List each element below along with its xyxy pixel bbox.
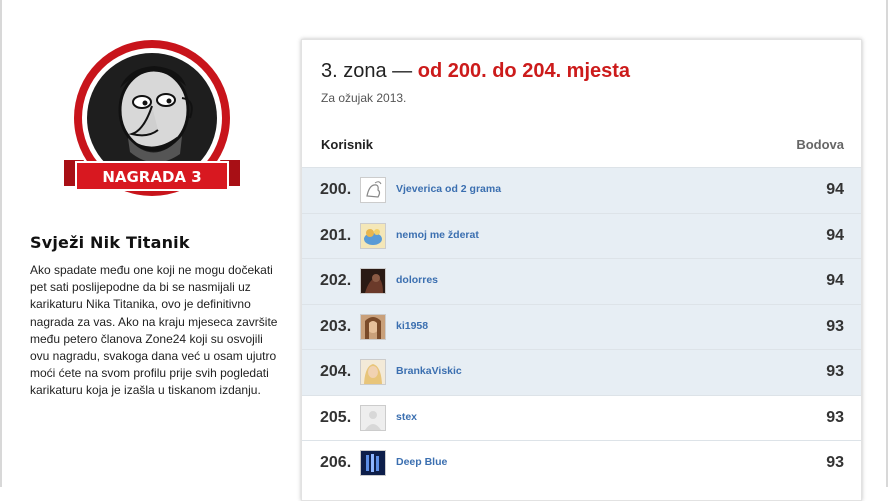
- avatar[interactable]: [360, 268, 386, 294]
- points: 93: [826, 454, 844, 471]
- column-header-points: Bodova: [796, 137, 844, 152]
- rank: 203.: [320, 317, 352, 335]
- avatar[interactable]: [360, 222, 386, 249]
- rank: 200.: [320, 181, 352, 198]
- username-link[interactable]: dolorres: [396, 274, 438, 286]
- username-link[interactable]: ki1958: [396, 320, 428, 332]
- table-row: 206. Deep Blue 93: [302, 440, 861, 486]
- table-row: 201. nemoj me žderat 94: [302, 212, 861, 258]
- rank: 205.: [320, 408, 352, 426]
- username-link[interactable]: Vjeverica od 2 grama: [396, 183, 501, 195]
- avatar[interactable]: [360, 359, 386, 385]
- rank: 206.: [320, 454, 352, 471]
- ranking-panel: 3. zona — od 200. do 204. mjesta Za ožuj…: [301, 39, 862, 501]
- zone-title: 3. zona — od 200. do 204. mjesta: [321, 60, 630, 83]
- avatar[interactable]: [360, 313, 386, 340]
- zone-title-range: od 200. do 204. mjesta: [417, 60, 631, 82]
- table-row: 204. BrankaViskic 93: [302, 349, 861, 395]
- award-badge-icon: NAGRADA 3: [64, 40, 240, 196]
- avatar[interactable]: [360, 450, 386, 476]
- zone-title-prefix: 3. zona —: [321, 60, 413, 82]
- username-link[interactable]: BrankaViskic: [396, 365, 462, 377]
- username-link[interactable]: Deep Blue: [396, 456, 447, 468]
- table-row: 202. dolorres 94: [302, 258, 861, 304]
- left-border: [0, 0, 2, 487]
- username-link[interactable]: nemoj me žderat: [396, 229, 479, 241]
- points: 93: [826, 363, 844, 380]
- points: 94: [826, 226, 844, 244]
- username-link[interactable]: stex: [396, 411, 417, 423]
- award-description: Ako spadate među one koji ne mogu dočeka…: [30, 263, 278, 398]
- award-title: Svježi Nik Titanik: [30, 233, 190, 252]
- rank: 202.: [320, 272, 352, 289]
- zone-subtitle: Za ožujak 2013.: [321, 91, 407, 105]
- rank: 204.: [320, 363, 352, 380]
- points: 93: [826, 317, 844, 335]
- points: 94: [826, 272, 844, 289]
- points: 94: [826, 181, 844, 198]
- award-badge-label: NAGRADA 3: [102, 168, 201, 186]
- points: 93: [826, 408, 844, 426]
- default-avatar-icon[interactable]: [360, 404, 386, 431]
- table-row: 203. ki1958 93: [302, 303, 861, 349]
- ranking-table: 200. Vjeverica od 2 grama 94 201. nemoj …: [302, 167, 861, 486]
- avatar[interactable]: [360, 177, 386, 203]
- column-header-user: Korisnik: [321, 137, 374, 152]
- table-row: 205. stex 93: [302, 394, 861, 441]
- rank: 201.: [320, 226, 352, 244]
- right-border: [886, 0, 888, 487]
- table-row: 200. Vjeverica od 2 grama 94: [302, 167, 861, 213]
